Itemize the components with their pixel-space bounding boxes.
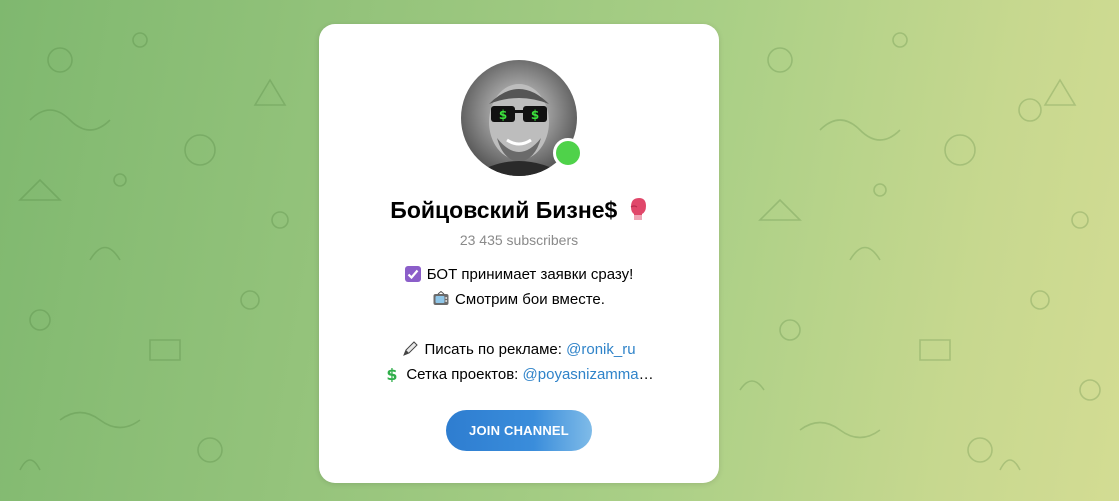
svg-text:$: $ (531, 108, 539, 122)
svg-text:$: $ (499, 108, 507, 122)
channel-card: $ $ Бойцовский Бизне$ 23 435 subscribers… (319, 24, 719, 483)
channel-title: Бойцовский Бизне$ (319, 196, 719, 227)
description-text-3: Писать по рекламе: (424, 341, 567, 358)
channel-description: БОТ принимает заявки сразу! Смотрим бои … (319, 262, 719, 387)
description-line-2: Смотрим бои вместе. (319, 287, 719, 312)
boxing-glove-icon (628, 197, 648, 227)
dollar-icon: $ (384, 365, 400, 384)
subscriber-count: 23 435 subscribers (459, 232, 579, 248)
channel-title-text: Бойцовский Бизне$ (390, 197, 618, 223)
ronik-ru-link[interactable]: @ronik_ru (566, 341, 635, 358)
description-ellipsis: … (638, 366, 654, 383)
poyasnizamma-link[interactable]: @poyasnizamma (523, 366, 639, 383)
description-line-3: Писать по рекламе: @ronik_ru (319, 337, 719, 362)
description-blank-line (319, 312, 719, 337)
check-box-icon (404, 265, 421, 282)
description-text-2: Смотрим бои вместе. (455, 291, 605, 308)
pen-icon (402, 340, 419, 356)
svg-text:$: $ (387, 366, 398, 382)
description-line-4: $ Сетка проектов: @poyasnizamma… (319, 362, 719, 387)
channel-avatar-wrapper: $ $ (461, 60, 583, 176)
tv-icon (433, 290, 449, 306)
online-indicator (553, 138, 583, 168)
join-channel-button[interactable]: JOIN CHANNEL (446, 410, 592, 451)
description-line-1: БОТ принимает заявки сразу! (319, 262, 719, 287)
description-text-1: БОТ принимает заявки сразу! (426, 266, 634, 283)
description-text-4: Сетка проектов: (406, 366, 523, 383)
